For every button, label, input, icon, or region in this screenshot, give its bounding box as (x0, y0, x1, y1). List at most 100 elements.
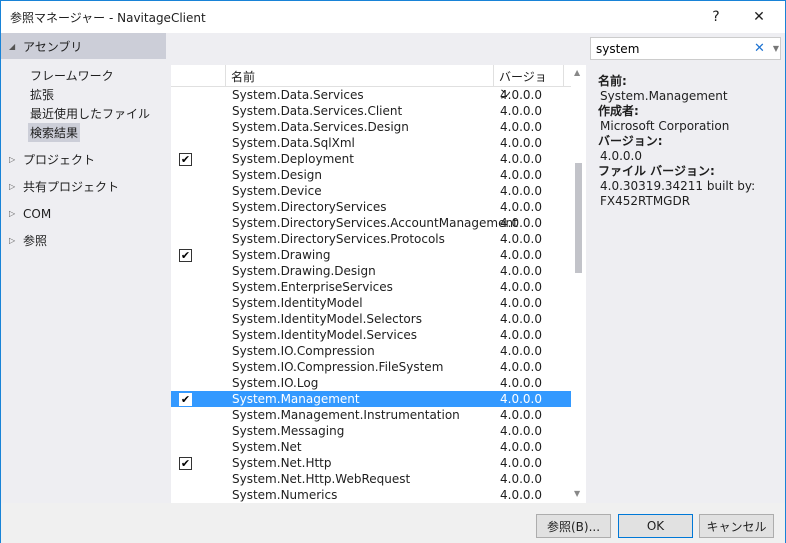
table-row[interactable]: System.Data.Services 4.0.0.0 (171, 87, 571, 103)
checkbox-cell: ✔ (171, 456, 226, 470)
table-row[interactable]: System.DirectoryServices.Protocols 4.0.0… (171, 231, 571, 247)
close-icon[interactable]: ✕ (754, 41, 765, 56)
sidebar-item-shared-projects[interactable]: ▷ 共有プロジェクト (1, 173, 166, 200)
table-row[interactable]: System.Data.Services.Client 4.0.0.0 (171, 103, 571, 119)
scroll-down-icon[interactable]: ▼ (574, 489, 580, 498)
assembly-name: System.Data.Services (232, 88, 364, 102)
assembly-name: System.Numerics (232, 488, 338, 502)
column-header-check[interactable] (171, 65, 226, 86)
title-bar: 参照マネージャー - NavitageClient ? ✕ (1, 1, 785, 33)
assembly-name: System.Management.Instrumentation (232, 408, 460, 422)
reference-manager-window: 参照マネージャー - NavitageClient ? ✕ ◢ アセンブリ フレー… (0, 0, 786, 543)
scrollbar-thumb[interactable] (575, 163, 582, 273)
table-row[interactable]: System.Data.Services.Design 4.0.0.0 (171, 119, 571, 135)
sidebar-item-assembly[interactable]: ◢ アセンブリ (1, 33, 166, 59)
details-panel: 名前: System.Management 作成者: Microsoft Cor… (598, 74, 783, 209)
table-row[interactable]: System.Design 4.0.0.0 (171, 167, 571, 183)
version-value: 4.0.0.0 (600, 149, 642, 163)
assembly-name: System.Device (232, 184, 322, 198)
assembly-version: 4.0.0.0 (500, 280, 542, 294)
list-header: 名前 バージョン (171, 65, 586, 101)
sidebar-item-projects[interactable]: ▷ プロジェクト (1, 146, 166, 173)
table-row[interactable]: ✔ System.Management 4.0.0.0 (171, 391, 571, 407)
assembly-version: 4.0.0.0 (500, 216, 542, 230)
table-row[interactable]: System.IdentityModel.Selectors 4.0.0.0 (171, 311, 571, 327)
browse-button[interactable]: 参照(B)... (536, 514, 611, 538)
table-row[interactable]: System.Drawing.Design 4.0.0.0 (171, 263, 571, 279)
table-row[interactable]: ✔ System.Deployment 4.0.0.0 (171, 151, 571, 167)
help-button[interactable]: ? (696, 1, 736, 33)
assembly-version: 4.0.0.0 (500, 120, 542, 134)
assembly-name: System.IO.Compression (232, 344, 375, 358)
cancel-button[interactable]: キャンセル (699, 514, 774, 538)
assembly-version: 4.0.0.0 (500, 472, 542, 486)
sidebar-item-label: 検索結果 (28, 123, 81, 142)
table-row[interactable]: ✔ System.Drawing 4.0.0.0 (171, 247, 571, 263)
search-input[interactable] (596, 41, 746, 56)
assembly-name: System.Messaging (232, 424, 345, 438)
sidebar-item-framework[interactable]: フレームワーク (1, 66, 166, 85)
scroll-up-icon[interactable]: ▲ (574, 68, 580, 77)
table-row[interactable]: System.Net 4.0.0.0 (171, 439, 571, 455)
sidebar-item-label: 共有プロジェクト (23, 180, 120, 194)
table-row[interactable]: System.IO.Compression 4.0.0.0 (171, 343, 571, 359)
table-row[interactable]: System.Data.SqlXml 4.0.0.0 (171, 135, 571, 151)
table-row[interactable]: System.DirectoryServices.AccountManageme… (171, 215, 571, 231)
column-header-version[interactable]: バージョン (494, 65, 564, 101)
assembly-version: 4.0.0.0 (500, 408, 542, 422)
collapsed-triangle-icon: ▷ (9, 236, 16, 245)
file-version-value: 4.0.30319.34211 built by: (600, 179, 756, 193)
author-value: Microsoft Corporation (600, 119, 730, 133)
name-label: 名前: (598, 74, 627, 88)
column-header-name[interactable]: 名前 (226, 65, 494, 86)
assembly-name: System.Drawing.Design (232, 264, 376, 278)
sidebar-item-com[interactable]: ▷ COM (1, 200, 166, 227)
checkbox-cell: ✔ (171, 248, 226, 262)
author-label: 作成者: (598, 104, 639, 118)
table-row[interactable]: System.IdentityModel 4.0.0.0 (171, 295, 571, 311)
assembly-version: 4.0.0.0 (500, 488, 542, 502)
table-row[interactable]: System.EnterpriseServices 4.0.0.0 (171, 279, 571, 295)
sidebar-item-label: COM (23, 206, 52, 221)
ok-button[interactable]: OK (618, 514, 693, 538)
close-button[interactable]: ✕ (739, 1, 779, 33)
assembly-name: System.Drawing (232, 248, 331, 262)
sidebar-item-extensions[interactable]: 拡張 (1, 85, 166, 104)
assembly-name: System.IdentityModel.Services (232, 328, 417, 342)
checkbox[interactable]: ✔ (179, 152, 192, 166)
assembly-name: System.IO.Log (232, 376, 319, 390)
sidebar-item-search-results[interactable]: 検索結果 (1, 123, 166, 142)
sidebar-item-browse[interactable]: ▷ 参照 (1, 227, 166, 254)
checkbox[interactable]: ✔ (179, 392, 192, 406)
sidebar-item-label: 参照 (23, 234, 48, 248)
collapsed-triangle-icon: ▷ (9, 209, 16, 218)
table-row[interactable]: System.Net.Http.WebRequest 4.0.0.0 (171, 471, 571, 487)
assembly-version: 4.0.0.0 (500, 200, 542, 214)
assembly-name: System.DirectoryServices.AccountManageme… (232, 216, 518, 230)
assembly-version: 4.0.0.0 (500, 264, 542, 278)
assembly-version: 4.0.0.0 (500, 312, 542, 326)
sidebar-item-label: フレームワーク (30, 69, 114, 83)
table-row[interactable]: System.Management.Instrumentation 4.0.0.… (171, 407, 571, 423)
assembly-version: 4.0.0.0 (500, 296, 542, 310)
assembly-version: 4.0.0.0 (500, 248, 542, 262)
checkbox[interactable]: ✔ (179, 456, 192, 470)
table-row[interactable]: System.DirectoryServices 4.0.0.0 (171, 199, 571, 215)
checkbox[interactable]: ✔ (179, 248, 192, 262)
assembly-version: 4.0.0.0 (500, 344, 542, 358)
table-row[interactable]: System.Messaging 4.0.0.0 (171, 423, 571, 439)
chevron-down-icon[interactable]: ▼ (773, 44, 779, 53)
table-row[interactable]: System.IdentityModel.Services 4.0.0.0 (171, 327, 571, 343)
sidebar-item-label: アセンブリ (23, 39, 83, 54)
sidebar-item-label: プロジェクト (23, 153, 96, 167)
assembly-version: 4.0.0.0 (500, 136, 542, 150)
vertical-scrollbar[interactable]: ▲ ▼ (571, 65, 586, 503)
table-row[interactable]: ✔ System.Net.Http 4.0.0.0 (171, 455, 571, 471)
assembly-name: System.Data.Services.Client (232, 104, 403, 118)
table-row[interactable]: System.IO.Log 4.0.0.0 (171, 375, 571, 391)
table-row[interactable]: System.Device 4.0.0.0 (171, 183, 571, 199)
expanded-triangle-icon: ◢ (9, 41, 16, 51)
sidebar-item-recent[interactable]: 最近使用したファイル (1, 104, 166, 123)
table-row[interactable]: System.IO.Compression.FileSystem 4.0.0.0 (171, 359, 571, 375)
table-row[interactable]: System.Numerics 4.0.0.0 (171, 487, 571, 503)
